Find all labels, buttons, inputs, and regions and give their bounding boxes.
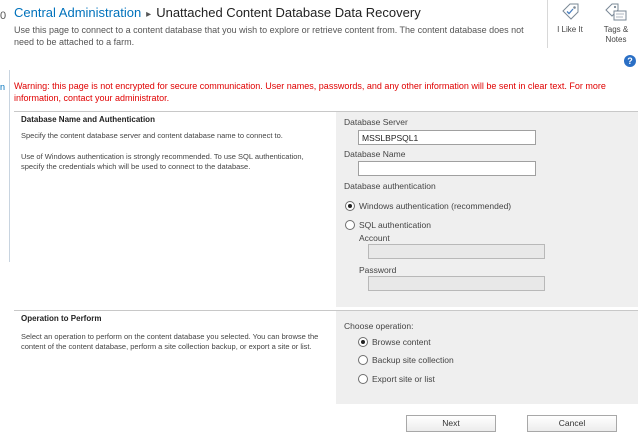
browse-content-label[interactable]: Browse content — [372, 337, 431, 347]
tags-notes-button[interactable]: Tags & Notes — [596, 2, 636, 45]
database-auth-title: Database Name and Authentication — [21, 115, 155, 124]
tag-note-icon — [596, 2, 636, 22]
choose-operation-label: Choose operation: — [344, 321, 414, 331]
operation-text: Select an operation to perform on the co… — [21, 332, 319, 351]
page-header: 0 Central Administration ▸ Unattached Cont… — [0, 0, 640, 70]
breadcrumb-root-link[interactable]: Central Administration — [14, 5, 141, 20]
next-button[interactable]: Next — [406, 415, 496, 432]
breadcrumb: Central Administration ▸ Unattached Conten… — [14, 5, 421, 20]
security-warning: Warning: this page is not encrypted for … — [14, 81, 606, 103]
cancel-button[interactable]: Cancel — [527, 415, 617, 432]
browse-content-radio[interactable] — [358, 337, 368, 347]
page-title: Unattached Content Database Data Recover… — [156, 5, 421, 20]
database-server-label: Database Server — [344, 117, 408, 127]
password-label: Password — [359, 265, 397, 275]
database-auth-section: Database Name and Authentication Specify… — [14, 111, 638, 307]
like-it-button[interactable]: I Like It — [550, 2, 590, 35]
database-server-input[interactable] — [358, 130, 536, 145]
sql-auth-label[interactable]: SQL authentication — [359, 220, 431, 230]
windows-auth-label[interactable]: Windows authentication (recommended) — [359, 201, 511, 211]
left-truncated-text: 0 — [0, 10, 7, 22]
backup-site-collection-label[interactable]: Backup site collection — [372, 355, 454, 365]
page-description: Use this page to connect to a content da… — [14, 25, 524, 47]
database-auth-description-panel: Database Name and Authentication Specify… — [14, 112, 336, 307]
operation-title: Operation to Perform — [21, 314, 102, 323]
breadcrumb-separator-icon: ▸ — [146, 9, 152, 20]
database-auth-label: Database authentication — [344, 181, 436, 191]
password-input[interactable] — [368, 276, 545, 291]
database-auth-text-1: Specify the content database server and … — [21, 131, 283, 140]
windows-auth-radio[interactable] — [345, 201, 355, 211]
left-nav-border — [9, 70, 10, 262]
tags-notes-label: Tags & Notes — [603, 25, 629, 44]
like-it-label: I Like It — [557, 25, 583, 34]
like-tag-icon — [550, 2, 590, 22]
export-site-or-list-label[interactable]: Export site or list — [372, 374, 435, 384]
ribbon-divider — [547, 0, 548, 48]
backup-site-collection-radio[interactable] — [358, 355, 368, 365]
export-site-or-list-radio[interactable] — [358, 374, 368, 384]
operation-form-panel: Choose operation: Browse content Backup … — [336, 311, 638, 404]
help-icon[interactable]: ? — [624, 55, 636, 67]
left-truncated-link[interactable]: n — [0, 82, 5, 92]
database-name-input[interactable] — [358, 161, 536, 176]
operation-description-panel: Operation to Perform Select an operation… — [14, 311, 336, 404]
account-label: Account — [359, 233, 390, 243]
account-input[interactable] — [368, 244, 545, 259]
database-name-label: Database Name — [344, 149, 406, 159]
sql-auth-radio[interactable] — [345, 220, 355, 230]
operation-section: Operation to Perform Select an operation… — [14, 310, 638, 404]
database-auth-text-2: Use of Windows authentication is strongl… — [21, 152, 304, 171]
database-auth-form-panel: Database Server Database Name Database a… — [336, 112, 638, 307]
